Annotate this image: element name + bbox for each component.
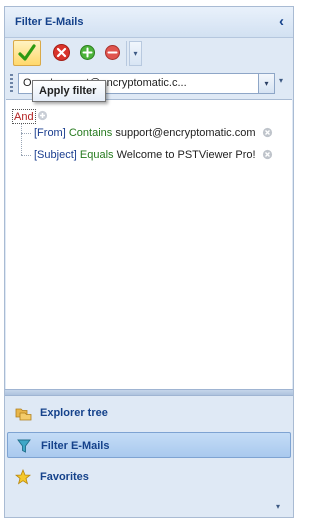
chevron-down-icon: ▾ <box>264 79 269 88</box>
nav-item-favorites[interactable]: Favorites <box>7 464 291 490</box>
toolbar-grip-icon[interactable] <box>10 74 13 92</box>
add-plus-icon <box>80 45 95 60</box>
chevron-down-icon: ▾ <box>133 49 138 58</box>
combo-overflow-button[interactable]: ▾ <box>279 76 283 85</box>
tooltip-text: Apply filter <box>39 85 97 97</box>
nav-item-label: Explorer tree <box>40 407 108 419</box>
nav-item-label: Favorites <box>40 471 89 483</box>
panel-title: Filter E-Mails <box>15 16 84 28</box>
star-icon <box>15 469 31 485</box>
apply-filter-tooltip: Apply filter <box>32 80 106 102</box>
filter-toolbar: ▾ <box>8 40 142 67</box>
collapse-panel-icon[interactable]: ‹ <box>279 13 284 30</box>
folders-icon <box>15 408 32 421</box>
nav-overflow-button[interactable]: ▾ <box>276 502 280 511</box>
nav-item-explorer-tree[interactable]: Explorer tree <box>7 400 291 426</box>
cancel-x-icon <box>53 44 70 61</box>
checkmark-icon <box>18 44 36 61</box>
combo-dropdown-button[interactable]: ▾ <box>258 74 274 93</box>
cancel-filter-button[interactable] <box>51 42 72 63</box>
navigation-pane: Explorer tree Filter E-Mails Favorites ▾ <box>5 389 293 517</box>
remove-minus-icon <box>105 45 120 60</box>
toolbar-overflow-button[interactable]: ▾ <box>129 41 142 66</box>
condition-operator[interactable]: Equals <box>80 149 114 161</box>
funnel-filter-icon <box>17 439 31 453</box>
remove-condition-icon[interactable] <box>262 149 273 160</box>
pane-splitter[interactable] <box>5 389 293 396</box>
apply-filter-button[interactable] <box>13 40 41 66</box>
nav-item-label: Filter E-Mails <box>41 440 110 452</box>
condition-field[interactable]: [From] <box>34 127 66 139</box>
panel-header: Filter E-Mails ‹ <box>5 7 293 38</box>
tree-line <box>21 124 22 155</box>
tree-line <box>21 155 31 156</box>
tree-line <box>21 133 31 134</box>
condition-row[interactable]: [From] Contains support@encryptomatic.co… <box>34 127 273 139</box>
nav-item-filter-emails[interactable]: Filter E-Mails <box>7 432 291 458</box>
group-operator[interactable]: And <box>12 109 36 124</box>
condition-operator[interactable]: Contains <box>69 127 112 139</box>
condition-field[interactable]: [Subject] <box>34 149 77 161</box>
add-condition-icon[interactable] <box>37 110 48 121</box>
remove-condition-button[interactable] <box>102 42 123 63</box>
filter-tree: And [From] Contains support@encryptomati… <box>6 99 292 390</box>
condition-row[interactable]: [Subject] Equals Welcome to PSTViewer Pr… <box>34 149 273 161</box>
remove-condition-icon[interactable] <box>262 127 273 138</box>
condition-value[interactable]: Welcome to PSTViewer Pro! <box>117 149 256 161</box>
add-condition-button[interactable] <box>77 42 98 63</box>
condition-value[interactable]: support@encryptomatic.com <box>115 127 255 139</box>
toolbar-separator <box>126 41 127 66</box>
